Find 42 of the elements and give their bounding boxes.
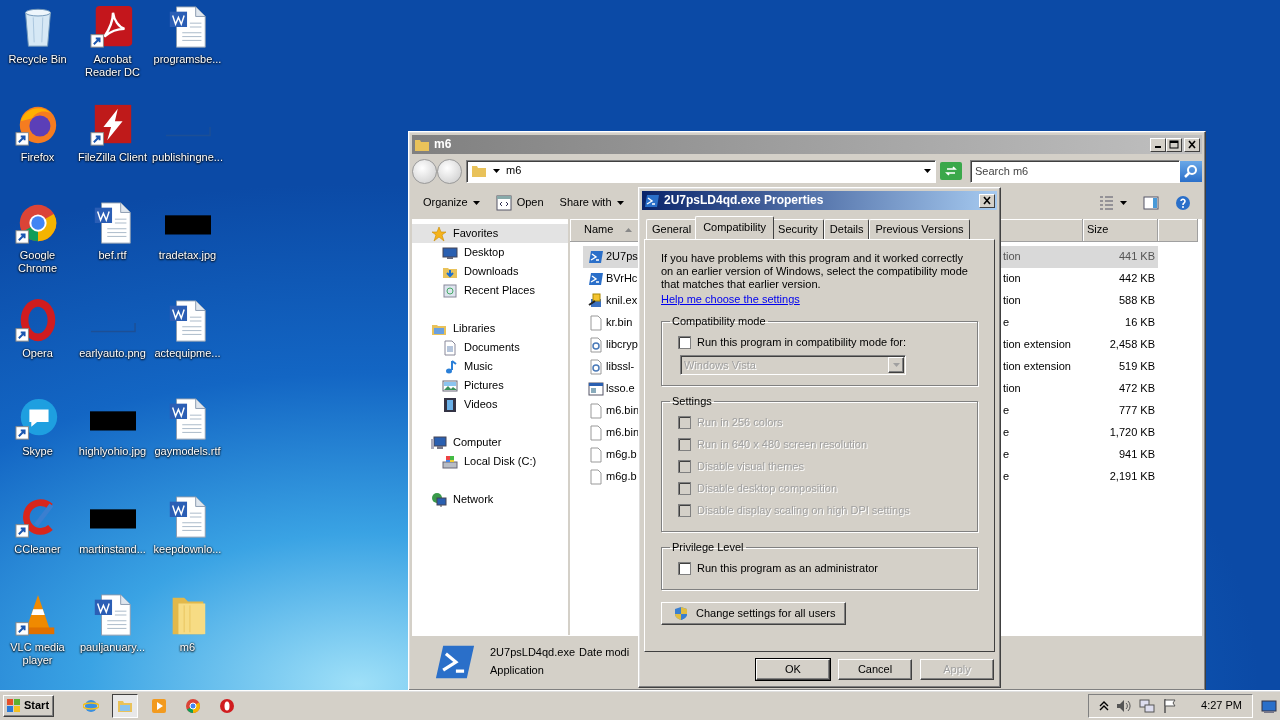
file-type: tion	[1003, 382, 1022, 396]
file-type: e	[1003, 316, 1011, 330]
file-type: e	[1003, 426, 1011, 440]
window-title: m6	[434, 137, 452, 152]
file-type: tion extension	[1003, 360, 1072, 374]
file-type: Application	[490, 663, 545, 677]
file-size: 2,191 KB	[1108, 470, 1155, 484]
file-name: libssl-	[605, 360, 635, 374]
file-type: e	[1003, 404, 1011, 418]
file-size: 2,458 KB	[1108, 338, 1155, 352]
file-name: BVrHc	[605, 272, 638, 286]
window-title: 2U7psLD4qd.exe Properties	[664, 193, 824, 208]
file-size: 442 KB	[1117, 272, 1155, 286]
file-name: m6.bin	[605, 404, 640, 418]
file-name: kr.bin	[605, 316, 633, 330]
file-name: m6g.b	[605, 448, 637, 462]
file-name: m6g.b	[605, 470, 637, 484]
file-type: tion	[1003, 272, 1022, 286]
file-type: e	[1003, 470, 1011, 484]
file-name: 2U7psLD4qd.exe	[490, 646, 575, 660]
file-size: 441 KB	[1117, 250, 1155, 264]
file-name: knil.ex	[605, 294, 638, 308]
file-type: tion	[1003, 250, 1022, 264]
file-type: tion	[1003, 294, 1022, 308]
file-size: 777 KB	[1117, 404, 1155, 418]
file-type: e	[1003, 448, 1011, 462]
file-name: 2U7ps	[605, 250, 638, 264]
group-title: Compatibility mode	[671, 316, 767, 328]
file-size: 519 KB	[1117, 360, 1155, 374]
description-text: If you have problems with this program and it worked correctly on an earlier version of Windows, select the compatibility mode that matches that earlier version.	[661, 252, 969, 291]
file-name: libcryp	[605, 338, 638, 352]
detail-label: Date modi	[579, 646, 630, 660]
file-size: 472 KB	[1117, 382, 1155, 396]
file-size: 941 KB	[1117, 448, 1155, 462]
file-type: tion extension	[1003, 338, 1072, 352]
file-size: 16 KB	[1124, 316, 1155, 330]
file-size: 1,720 KB	[1108, 426, 1155, 440]
file-name: lsso.e	[605, 382, 635, 396]
file-name: m6.bin	[605, 426, 640, 440]
group-title: Privilege Level	[671, 542, 745, 554]
file-size: 588 KB	[1117, 294, 1155, 308]
group-title: Settings	[671, 396, 713, 408]
